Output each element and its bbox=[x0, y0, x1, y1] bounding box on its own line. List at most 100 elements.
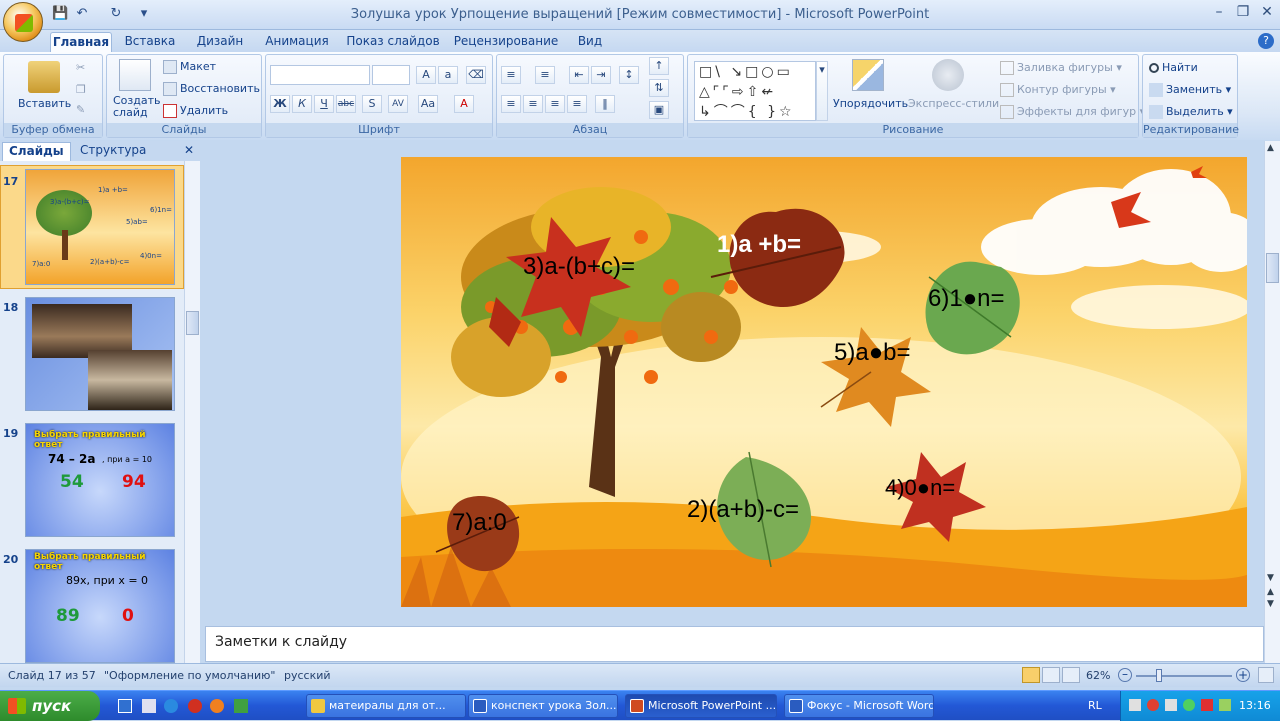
strikethrough-icon[interactable]: abc bbox=[336, 95, 356, 113]
zoom-slider[interactable] bbox=[1136, 675, 1232, 677]
text-direction-icon[interactable]: ↑ bbox=[649, 57, 669, 75]
tray-icon[interactable] bbox=[1147, 699, 1159, 711]
clear-format-icon[interactable]: ⌫ bbox=[466, 66, 486, 84]
shadow-icon[interactable]: S bbox=[362, 95, 382, 113]
tab-animation[interactable]: Анимация bbox=[260, 32, 334, 52]
decrease-indent-icon[interactable]: ⇤ bbox=[569, 66, 589, 84]
align-center-icon[interactable]: ≡ bbox=[523, 95, 543, 113]
ie-icon[interactable] bbox=[164, 699, 178, 713]
smartart-icon[interactable]: ▣ bbox=[649, 101, 669, 119]
thumbnail-slide-17[interactable]: 1)a +b= 3)a-(b+c)= 6)1n= 5)ab= 7)a:0 2)(… bbox=[25, 169, 175, 285]
zoom-out-icon[interactable]: – bbox=[1118, 668, 1132, 682]
align-left-icon[interactable]: ≡ bbox=[501, 95, 521, 113]
columns-icon[interactable]: ‖ bbox=[595, 95, 615, 113]
pane-scrollbar[interactable] bbox=[184, 161, 200, 663]
tray-icon[interactable] bbox=[1201, 699, 1213, 711]
leaf-label-3[interactable]: 3)a-(b+c)= bbox=[523, 253, 635, 281]
language-indicator[interactable]: русский bbox=[284, 669, 331, 682]
bold-icon[interactable]: Ж bbox=[270, 95, 290, 113]
layout-button[interactable]: Макет bbox=[163, 60, 216, 74]
tab-home[interactable]: Главная bbox=[50, 32, 112, 52]
notes-pane[interactable]: Заметки к слайду bbox=[205, 626, 1264, 662]
prev-slide-icon[interactable]: ▲ bbox=[1267, 587, 1274, 597]
format-painter-icon[interactable]: ✎ bbox=[76, 103, 85, 116]
slide-canvas[interactable]: 1)a +b= 3)a-(b+c)= 6)1●n= 5)a●b= 7)a:0 2… bbox=[401, 157, 1247, 607]
quicklaunch-icon[interactable] bbox=[142, 699, 156, 713]
font-name-combo[interactable] bbox=[270, 65, 370, 85]
leaf-label-5[interactable]: 5)a●b= bbox=[834, 339, 911, 367]
underline-icon[interactable]: Ч bbox=[314, 95, 334, 113]
task-materials[interactable]: матеиралы для от... bbox=[306, 694, 466, 718]
keyboard-language[interactable]: RL bbox=[1088, 699, 1102, 712]
shrink-font-icon[interactable]: a bbox=[438, 66, 458, 84]
leaf-label-6[interactable]: 6)1●n= bbox=[928, 285, 1005, 313]
font-size-combo[interactable] bbox=[372, 65, 410, 85]
tray-icon[interactable] bbox=[1165, 699, 1177, 711]
minimize-button[interactable]: – bbox=[1208, 4, 1230, 22]
justify-icon[interactable]: ≡ bbox=[567, 95, 587, 113]
zoom-slider-thumb[interactable] bbox=[1156, 669, 1162, 682]
next-slide-icon[interactable]: ▼ bbox=[1267, 599, 1274, 609]
restore-button[interactable]: ❐ bbox=[1232, 4, 1254, 22]
volume-icon[interactable] bbox=[1219, 699, 1231, 711]
fit-to-window-icon[interactable] bbox=[1258, 667, 1274, 683]
grow-font-icon[interactable]: A bbox=[416, 66, 436, 84]
copy-icon[interactable]: ❐ bbox=[76, 83, 86, 96]
leaf-label-7[interactable]: 7)a:0 bbox=[452, 509, 507, 537]
theme-name[interactable]: "Оформление по умолчанию" bbox=[104, 669, 275, 682]
tab-outline[interactable]: Структура bbox=[74, 142, 152, 161]
network-icon[interactable] bbox=[1183, 699, 1195, 711]
slideshow-view-icon[interactable] bbox=[1062, 667, 1080, 683]
task-powerpoint[interactable]: Microsoft PowerPoint ... bbox=[625, 694, 777, 718]
align-text-icon[interactable]: ⇅ bbox=[649, 79, 669, 97]
shape-fill-button[interactable]: Заливка фигуры ▾ bbox=[1000, 61, 1122, 75]
scroll-up-icon[interactable]: ▲ bbox=[1267, 143, 1274, 153]
tab-view[interactable]: Вид bbox=[570, 32, 610, 52]
slide-sorter-icon[interactable] bbox=[1042, 667, 1060, 683]
tab-slides[interactable]: Слайды bbox=[2, 142, 71, 161]
thumbnail-slide-19[interactable]: Выбрать правильный ответ 74 – 2a , при а… bbox=[25, 423, 175, 537]
italic-icon[interactable]: К bbox=[292, 95, 312, 113]
leaf-label-1[interactable]: 1)a +b= bbox=[717, 231, 801, 259]
line-spacing-icon[interactable]: ↕ bbox=[619, 66, 639, 84]
office-button[interactable] bbox=[3, 2, 43, 42]
quick-styles-button[interactable]: Экспресс-стили bbox=[908, 97, 999, 110]
select-button[interactable]: Выделить ▾ bbox=[1149, 105, 1233, 119]
firefox-icon[interactable] bbox=[210, 699, 224, 713]
increase-indent-icon[interactable]: ⇥ bbox=[591, 66, 611, 84]
close-button[interactable]: ✕ bbox=[1256, 4, 1278, 22]
tab-insert[interactable]: Вставка bbox=[120, 32, 180, 52]
normal-view-icon[interactable] bbox=[1022, 667, 1040, 683]
task-word-fokus[interactable]: Фокус - Microsoft Word bbox=[784, 694, 934, 718]
spacing-icon[interactable]: AV bbox=[388, 95, 408, 113]
slide-scroll-thumb[interactable] bbox=[1266, 253, 1279, 283]
scroll-down-icon[interactable]: ▼ bbox=[1267, 573, 1274, 583]
tab-design[interactable]: Дизайн bbox=[188, 32, 252, 52]
pane-scroll-thumb[interactable] bbox=[186, 311, 199, 335]
zoom-level[interactable]: 62% bbox=[1086, 669, 1110, 682]
numbering-icon[interactable]: ≡ bbox=[535, 66, 555, 84]
arrange-button[interactable]: Упорядочить bbox=[833, 97, 908, 110]
zoom-in-icon[interactable]: + bbox=[1236, 668, 1250, 682]
start-button[interactable]: пуск bbox=[0, 691, 100, 721]
cut-icon[interactable]: ✂ bbox=[76, 61, 85, 74]
shapes-gallery-more-icon[interactable]: ▾ bbox=[816, 61, 828, 121]
shape-effects-button[interactable]: Эффекты для фигур ▾ bbox=[1000, 105, 1145, 119]
delete-slide-button[interactable]: Удалить bbox=[163, 104, 228, 118]
shape-outline-button[interactable]: Контур фигуры ▾ bbox=[1000, 83, 1116, 97]
thumbnail-slide-20[interactable]: Выбрать правильный ответ 89x, при x = 0 … bbox=[25, 549, 175, 663]
leaf-label-4[interactable]: 4)0●n= bbox=[885, 475, 955, 501]
shapes-gallery[interactable]: □\ ↘□○▭ △⌜⌜⇨⇧↚ ↳⌒⌒{ }☆ bbox=[694, 61, 816, 121]
reset-button[interactable]: Восстановить bbox=[163, 82, 260, 96]
find-button[interactable]: Найти bbox=[1149, 61, 1198, 74]
replace-button[interactable]: Заменить ▾ bbox=[1149, 83, 1231, 97]
leaf-label-2[interactable]: 2)(a+b)-c= bbox=[687, 496, 799, 524]
new-slide-button[interactable]: Создать слайд bbox=[113, 95, 161, 119]
slide-scrollbar[interactable]: ▲ ▼ ▲ ▼ bbox=[1264, 141, 1280, 663]
clock[interactable]: 13:16 bbox=[1239, 699, 1271, 712]
app-icon[interactable] bbox=[234, 699, 248, 713]
bullets-icon[interactable]: ≡ bbox=[501, 66, 521, 84]
font-color-icon[interactable]: A bbox=[454, 95, 474, 113]
tray-icon[interactable] bbox=[1129, 699, 1141, 711]
paste-button[interactable]: Вставить bbox=[18, 97, 71, 110]
